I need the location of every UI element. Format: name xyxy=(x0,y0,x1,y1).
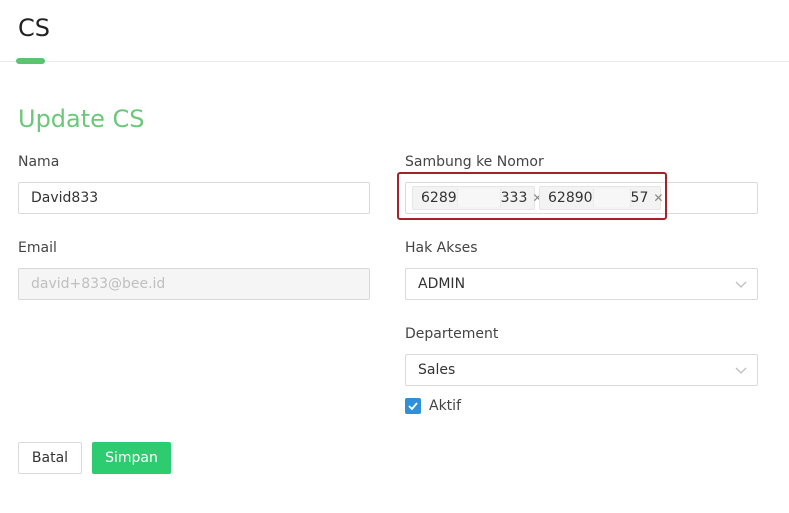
form-title: Update CS xyxy=(18,105,145,133)
sambung-label: Sambung ke Nomor xyxy=(405,154,544,170)
chevron-down-icon xyxy=(735,367,747,374)
hak-akses-label: Hak Akses xyxy=(405,240,478,256)
departement-select[interactable]: Sales xyxy=(405,354,758,386)
departement-label: Departement xyxy=(405,326,499,342)
active-tab-indicator xyxy=(16,58,45,64)
cancel-button[interactable]: Batal xyxy=(18,442,82,474)
nama-input[interactable]: David833 xyxy=(18,182,370,214)
page-title: CS xyxy=(18,14,50,42)
page-header: CS xyxy=(0,0,789,64)
check-icon xyxy=(408,402,418,411)
email-input: david+833@bee.id xyxy=(18,268,370,300)
save-button[interactable]: Simpan xyxy=(92,442,171,474)
hak-akses-select[interactable]: ADMIN xyxy=(405,268,758,300)
email-label: Email xyxy=(18,240,57,256)
aktif-label: Aktif xyxy=(429,398,461,414)
departement-value: Sales xyxy=(418,362,456,378)
hak-akses-value: ADMIN xyxy=(418,276,466,292)
nama-label: Nama xyxy=(18,154,60,170)
chevron-down-icon xyxy=(735,281,747,288)
aktif-checkbox[interactable] xyxy=(405,398,421,414)
highlight-annotation-box xyxy=(397,172,667,220)
